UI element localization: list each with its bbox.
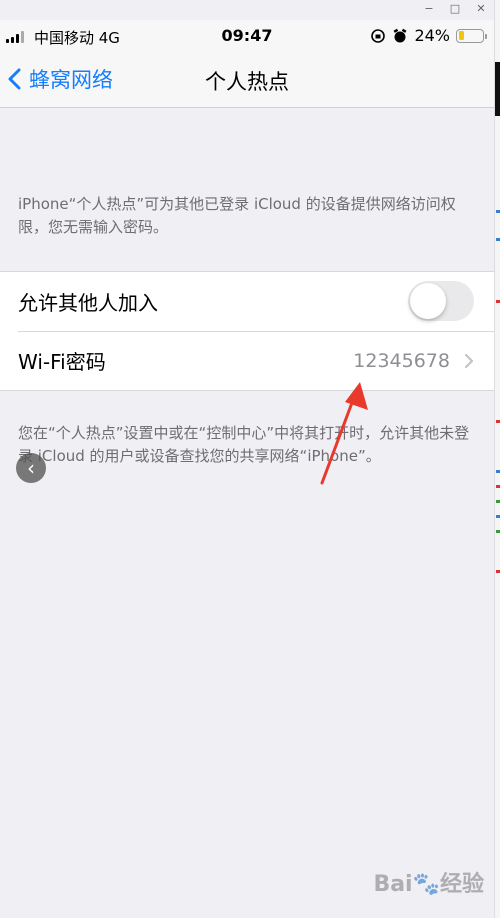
window-controls: − □ ✕ (416, 0, 494, 18)
background-window-strip (494, 0, 500, 918)
phone-screen: 中国移动 4G 09:47 24% 蜂窝网络 个人热点 iPhone“个人热点”… (0, 0, 494, 918)
maximize-button[interactable]: □ (442, 0, 468, 18)
annotation-arrow (320, 382, 368, 485)
close-button[interactable]: ✕ (468, 0, 494, 18)
watermark: Bai🐾经验 (373, 872, 484, 897)
minimize-button[interactable]: − (416, 0, 442, 18)
